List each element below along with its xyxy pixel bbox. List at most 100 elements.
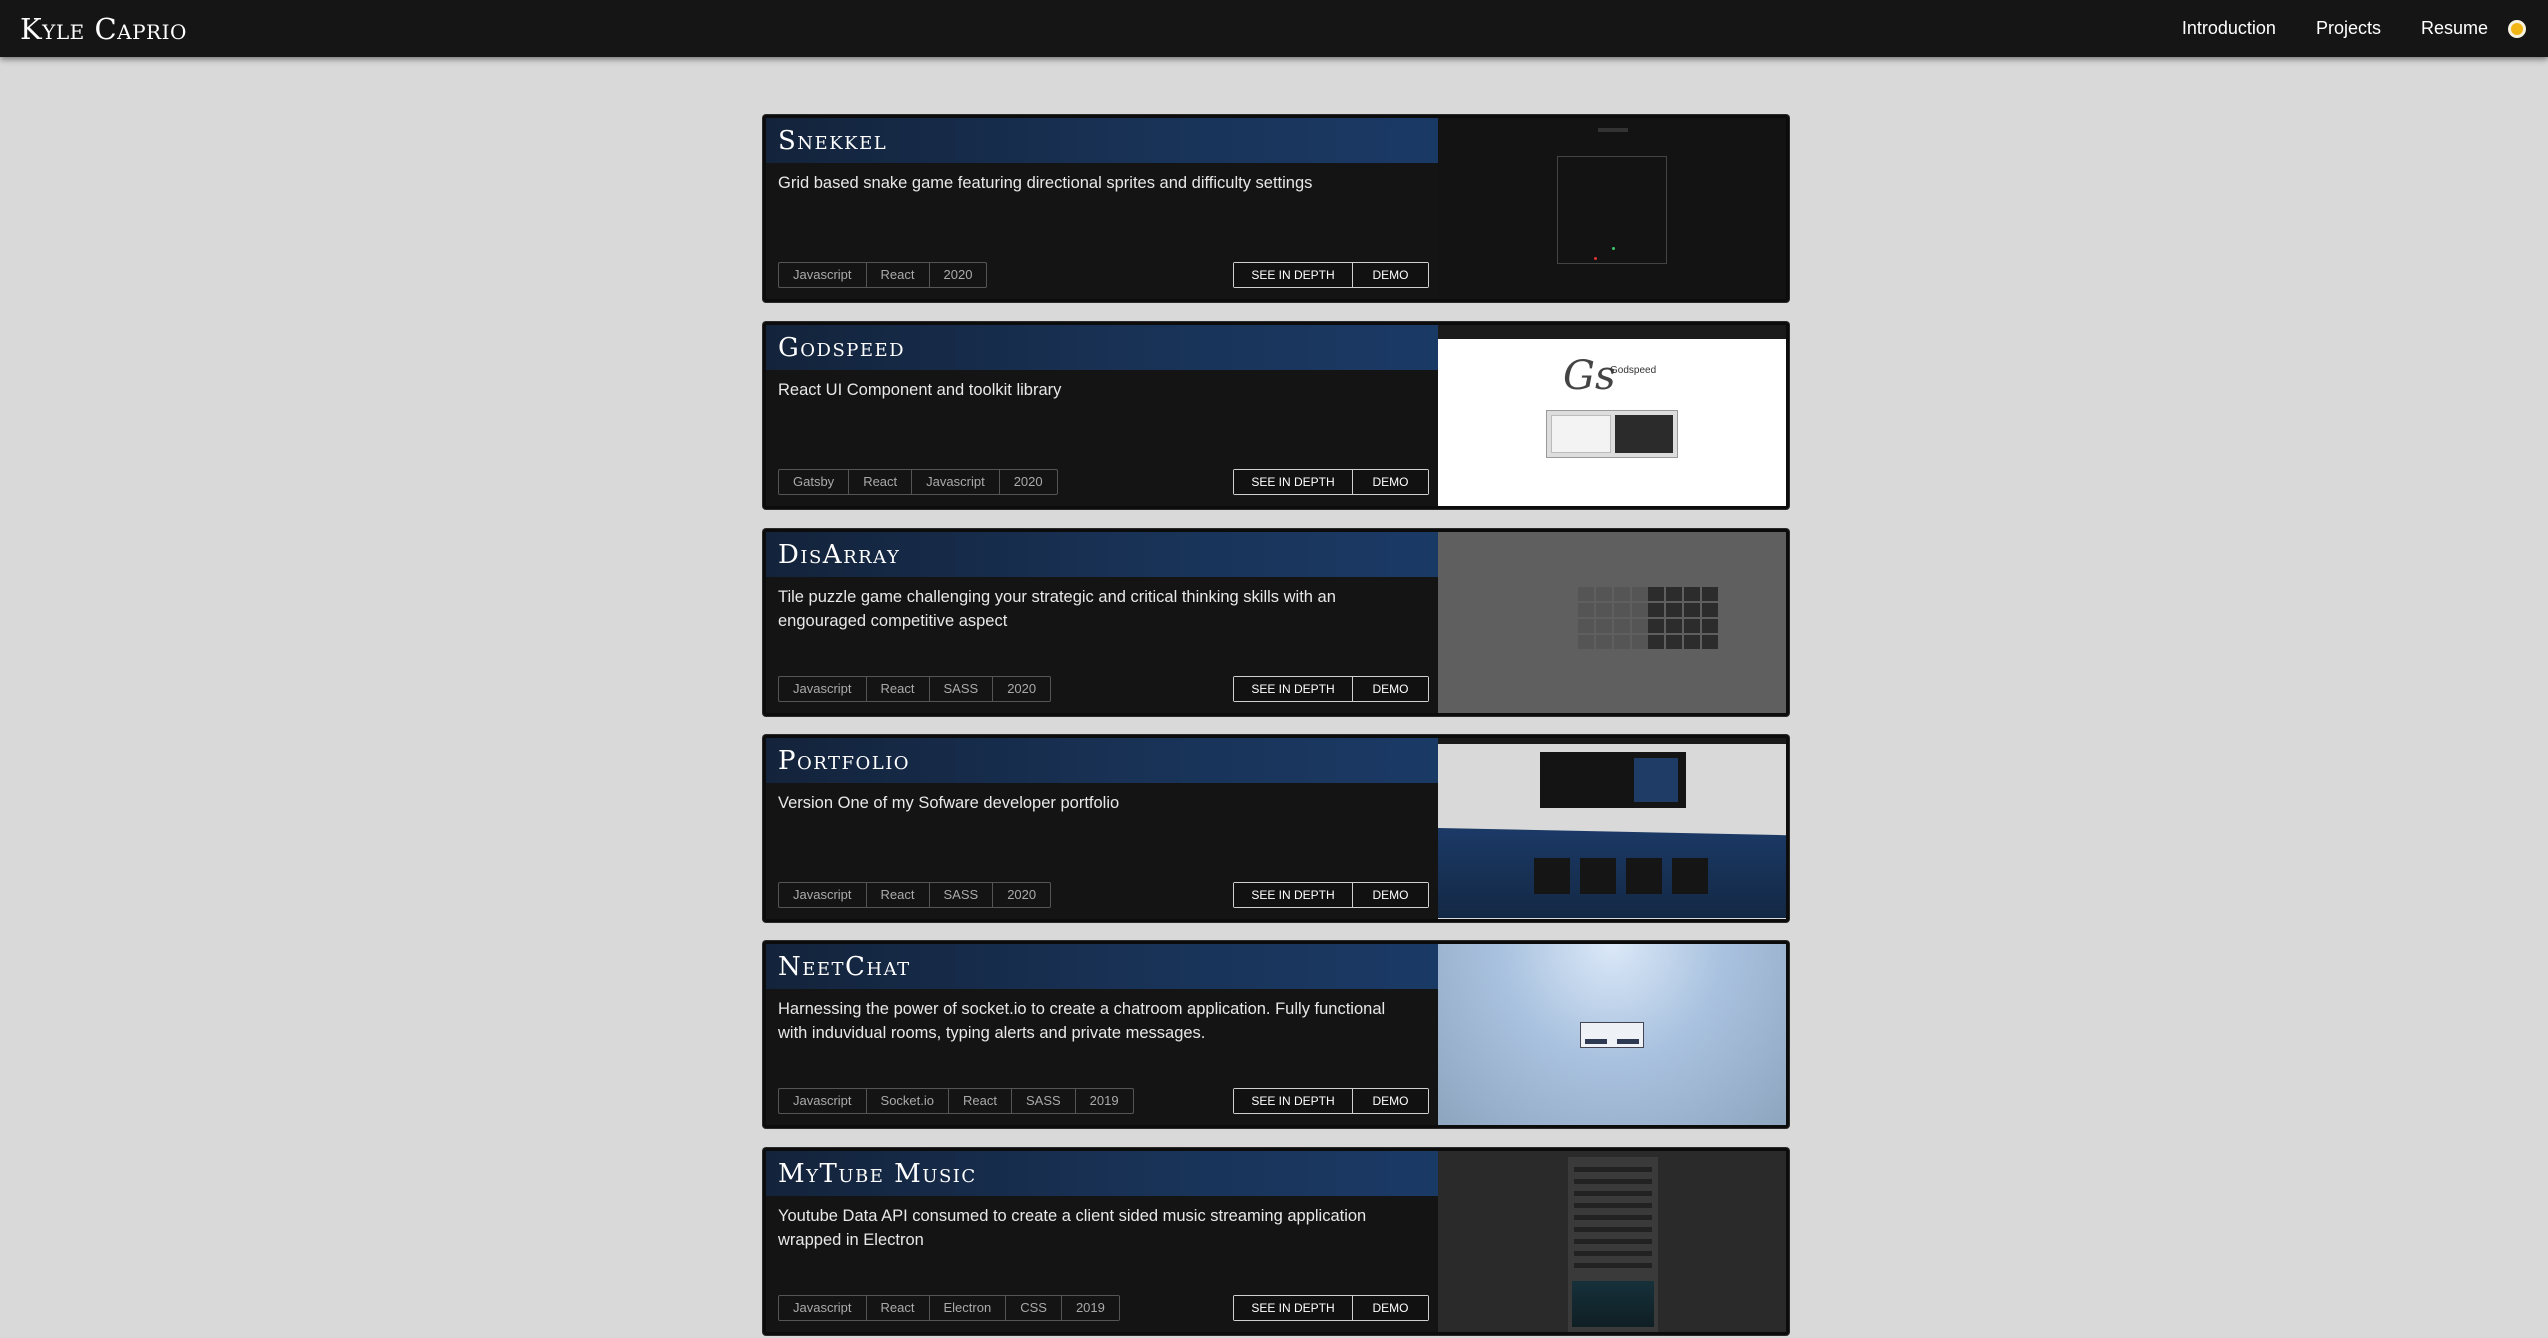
project-card-snekkel: Snekkel Grid based snake game featuring … [763, 115, 1789, 302]
project-title-bar: MyTube Music [766, 1151, 1439, 1196]
tag: SASS [930, 883, 994, 907]
tag: Gatsby [779, 470, 850, 494]
demo-button[interactable]: DEMO [1353, 470, 1428, 494]
project-title-bar: Godspeed [766, 325, 1439, 370]
project-title-bar: NeetChat [766, 944, 1439, 989]
project-card-disarray: DisArray Tile puzzle game challenging yo… [763, 529, 1789, 716]
tag: React [867, 1296, 930, 1320]
project-tags: Javascript React SASS 2020 [778, 882, 1052, 908]
demo-button[interactable]: DEMO [1353, 677, 1428, 701]
tag: Javascript [779, 1296, 867, 1320]
project-description: Grid based snake game featuring directio… [778, 174, 1313, 192]
tag: Javascript [779, 677, 867, 701]
project-screenshot [1438, 738, 1786, 919]
project-screenshot [1438, 532, 1786, 713]
demo-button[interactable]: DEMO [1353, 263, 1428, 287]
tag: 2020 [1013, 474, 1043, 489]
nav-link-resume[interactable]: Resume [2421, 18, 2488, 39]
music-thumbnail [1572, 1281, 1654, 1327]
project-title-bar: Snekkel [766, 118, 1439, 163]
tag: SASS [930, 677, 994, 701]
project-actions: SEE IN DEPTH DEMO [1233, 882, 1429, 908]
tag: Javascript [912, 470, 1000, 494]
tag: CSS [1006, 1296, 1062, 1320]
project-screenshot [1438, 944, 1786, 1125]
nav-links: Introduction Projects Resume [2142, 0, 2488, 57]
music-app-panel [1568, 1157, 1658, 1332]
project-description: Youtube Data API consumed to create a cl… [778, 1207, 1367, 1249]
tag: 2020 [1007, 887, 1037, 902]
skill-box [1672, 858, 1708, 894]
project-tags: Javascript React 2020 [778, 262, 988, 288]
godspeed-logo: Gs [1563, 353, 1616, 399]
project-actions: SEE IN DEPTH DEMO [1233, 1088, 1429, 1114]
see-in-depth-button[interactable]: SEE IN DEPTH [1234, 677, 1353, 701]
chat-login-modal [1580, 1022, 1644, 1048]
project-screenshot: Gs Godspeed [1438, 325, 1786, 506]
tag: React [849, 470, 913, 494]
theme-toggle-icon[interactable] [2508, 20, 2526, 38]
tag: 2020 [943, 267, 973, 282]
tag: 2019 [1075, 1300, 1105, 1315]
tile-grid-right [1648, 587, 1718, 649]
project-title-bar: DisArray [766, 532, 1439, 577]
project-title: DisArray [778, 539, 901, 570]
tile-grid-left [1578, 587, 1648, 649]
skill-box [1534, 858, 1570, 894]
project-tags: Javascript React SASS 2020 [778, 676, 1052, 702]
nav-link-projects[interactable]: Projects [2316, 18, 2381, 39]
project-title: MyTube Music [778, 1158, 977, 1189]
project-description: Version One of my Sofware developer port… [778, 794, 1120, 812]
project-description: Harnessing the power of socket.io to cre… [778, 1000, 1386, 1042]
project-title-bar: Portfolio [766, 738, 1439, 783]
top-navbar: Kyle Caprio Introduction Projects Resume [0, 0, 2548, 57]
godspeed-name: Godspeed [1610, 365, 1657, 376]
portfolio-hero [1540, 752, 1686, 808]
tag: 2019 [1089, 1093, 1119, 1108]
skill-box [1580, 858, 1616, 894]
project-card-neetchat: NeetChat Harnessing the power of socket.… [763, 941, 1789, 1128]
snake-head [1612, 247, 1615, 250]
see-in-depth-button[interactable]: SEE IN DEPTH [1234, 1089, 1353, 1113]
tag: Socket.io [867, 1089, 950, 1113]
demo-button[interactable]: DEMO [1353, 883, 1428, 907]
snake-board [1557, 156, 1667, 264]
site-brand[interactable]: Kyle Caprio [20, 12, 187, 46]
tag: Javascript [779, 263, 867, 287]
see-in-depth-button[interactable]: SEE IN DEPTH [1234, 263, 1353, 287]
project-card-mytube-music: MyTube Music Youtube Data API consumed t… [763, 1148, 1789, 1335]
demo-button[interactable]: DEMO [1353, 1296, 1428, 1320]
project-title: Godspeed [778, 332, 906, 363]
skill-box [1626, 858, 1662, 894]
tag: Javascript [779, 883, 867, 907]
see-in-depth-button[interactable]: SEE IN DEPTH [1234, 470, 1353, 494]
tag: Javascript [779, 1089, 867, 1113]
screenshot-header [1438, 738, 1786, 744]
project-card-portfolio: Portfolio Version One of my Sofware deve… [763, 735, 1789, 922]
screenshot-header [1598, 128, 1628, 132]
tag: React [867, 263, 930, 287]
tag: React [949, 1089, 1012, 1113]
see-in-depth-button[interactable]: SEE IN DEPTH [1234, 1296, 1353, 1320]
screenshot-header [1438, 325, 1786, 339]
tag: 2020 [1007, 681, 1037, 696]
project-tags: Gatsby React Javascript 2020 [778, 469, 1058, 495]
project-screenshot [1438, 118, 1786, 299]
demo-button[interactable]: DEMO [1353, 1089, 1428, 1113]
project-description: Tile puzzle game challenging your strate… [778, 588, 1336, 630]
nav-link-introduction[interactable]: Introduction [2182, 18, 2276, 39]
project-tags: Javascript React Electron CSS 2019 [778, 1295, 1120, 1321]
project-actions: SEE IN DEPTH DEMO [1233, 262, 1429, 288]
component-preview [1546, 410, 1678, 458]
tag: Electron [930, 1296, 1007, 1320]
project-title: Portfolio [778, 745, 911, 776]
project-actions: SEE IN DEPTH DEMO [1233, 676, 1429, 702]
project-title: Snekkel [778, 125, 888, 156]
see-in-depth-button[interactable]: SEE IN DEPTH [1234, 883, 1353, 907]
project-tags: Javascript Socket.io React SASS 2019 [778, 1088, 1134, 1114]
project-actions: SEE IN DEPTH DEMO [1233, 1295, 1429, 1321]
tag: React [867, 883, 930, 907]
project-screenshot [1438, 1151, 1786, 1332]
project-actions: SEE IN DEPTH DEMO [1233, 469, 1429, 495]
tag: SASS [1012, 1089, 1076, 1113]
